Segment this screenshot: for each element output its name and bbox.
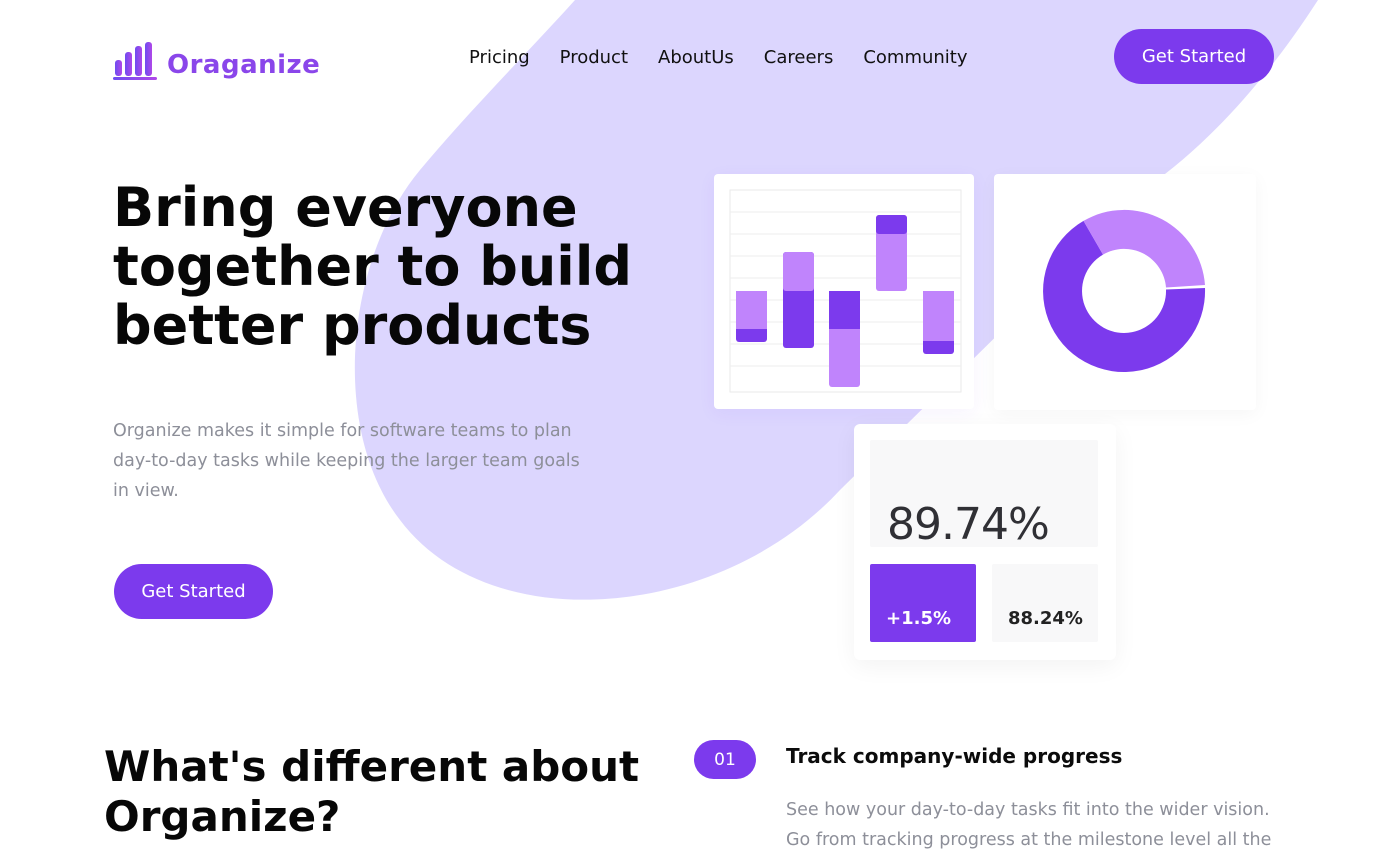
nav-link-careers[interactable]: Careers (764, 45, 834, 71)
donut-chart-illustration (1043, 209, 1206, 373)
brand-name: Oraganize (167, 50, 321, 80)
stats-card: 89.74% +1.5% 88.24% (854, 424, 1116, 660)
stat-change-tile: +1.5% (870, 564, 976, 642)
hero-title: Bring everyone together to build better … (113, 176, 632, 357)
bar-chart-card (714, 174, 974, 409)
header-get-started-button[interactable]: Get Started (1114, 29, 1274, 84)
nav-link-community[interactable]: Community (863, 45, 967, 71)
hero-subtitle: Organize makes it simple for software te… (113, 421, 580, 501)
stat-secondary-value: 88.24% (1008, 608, 1083, 629)
nav-link-about-us[interactable]: AboutUs (658, 45, 734, 71)
feature-title: Track company-wide progress (786, 744, 1123, 768)
brand-logo[interactable]: Oraganize (113, 40, 320, 80)
bar-chart-logo-icon (113, 42, 157, 80)
features-heading: What's different about Organize? (104, 742, 640, 841)
donut-chart-card (994, 174, 1256, 410)
stat-main-tile: 89.74% (870, 440, 1098, 550)
nav-link-product[interactable]: Product (560, 45, 628, 71)
stat-main-value: 89.74% (887, 499, 1050, 550)
feature-number-badge: 01 (694, 740, 756, 779)
hero-get-started-button[interactable]: Get Started (114, 564, 273, 619)
stat-change-value: +1.5% (886, 608, 952, 629)
nav-link-pricing[interactable]: Pricing (469, 45, 530, 71)
feature-description: See how your day-to-day tasks fit into t… (786, 800, 1272, 850)
bar-chart-illustration (729, 189, 962, 393)
stat-secondary-tile: 88.24% (992, 564, 1098, 642)
main-nav: Pricing Product AboutUs Careers Communit… (469, 45, 968, 71)
